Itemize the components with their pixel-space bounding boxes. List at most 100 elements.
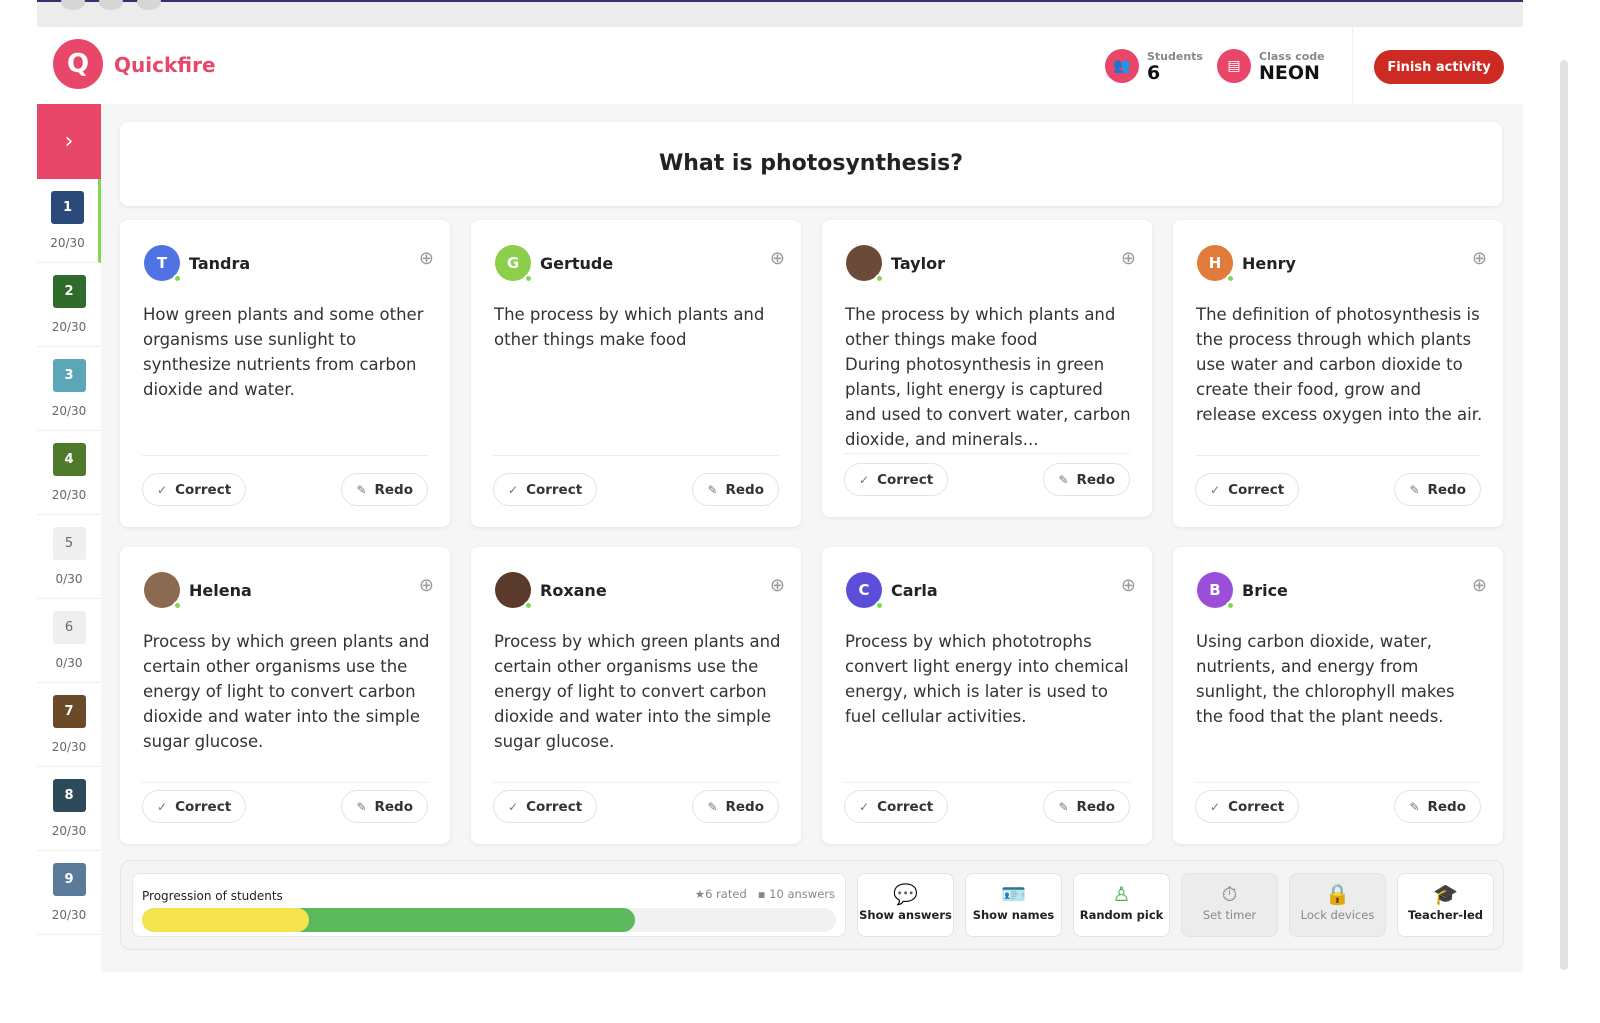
question-answer-count: 0/30 xyxy=(55,572,83,586)
set-timer-button[interactable]: ⏱ Set timer xyxy=(1181,873,1278,937)
redo-button[interactable]: ✎ Redo xyxy=(1394,790,1481,823)
redo-button[interactable]: ✎ Redo xyxy=(341,790,428,823)
avatar-initial: H xyxy=(1208,254,1222,272)
redo-button[interactable]: ✎ Redo xyxy=(692,473,779,506)
correct-button[interactable]: ✓ Correct xyxy=(142,790,247,823)
question-thumbnail: 7 xyxy=(52,695,86,728)
student-avatar: G xyxy=(495,245,533,283)
sidebar-item-question-3[interactable]: 3 20/30 xyxy=(37,347,101,431)
student-name: Gertude xyxy=(540,254,614,273)
lock-devices-button[interactable]: 🔒 Lock devices xyxy=(1289,873,1386,937)
online-indicator xyxy=(173,274,182,283)
correct-button[interactable]: ✓ Correct xyxy=(142,473,247,506)
scrollbar[interactable] xyxy=(1560,60,1568,970)
question-thumbnail: 2 xyxy=(52,275,86,308)
correct-button[interactable]: ✓ Correct xyxy=(493,790,598,823)
correct-button[interactable]: ✓ Correct xyxy=(1195,790,1300,823)
student-answer: Process by which phototrophs convert lig… xyxy=(845,632,1129,726)
name-badge-icon: 🪪 xyxy=(1001,882,1026,906)
pencil-icon: ✎ xyxy=(356,482,367,497)
correct-label: Correct xyxy=(1228,798,1285,815)
answer-card: Roxane ⊕ Process by which green plants a… xyxy=(471,547,801,844)
redo-button[interactable]: ✎ Redo xyxy=(692,790,779,823)
show-names-button[interactable]: 🪪 Show names xyxy=(965,873,1062,937)
zoom-in-icon[interactable]: ⊕ xyxy=(770,575,785,596)
answer-card: C Carla ⊕ Process by which phototrophs c… xyxy=(822,547,1152,844)
sidebar-item-question-2[interactable]: 2 20/30 xyxy=(37,263,101,347)
sidebar-item-question-7[interactable]: 7 20/30 xyxy=(37,683,101,767)
students-label: Students xyxy=(1147,49,1203,63)
online-indicator xyxy=(1226,274,1235,283)
expand-sidebar-button[interactable]: › xyxy=(37,104,101,179)
check-circle-icon: ✓ xyxy=(1210,799,1221,814)
student-avatar: T xyxy=(144,245,182,283)
student-name: Henry xyxy=(1242,254,1296,273)
correct-button[interactable]: ✓ Correct xyxy=(493,473,598,506)
pencil-icon: ✎ xyxy=(1409,799,1420,814)
avatar-initial: T xyxy=(156,254,168,272)
show-answers-button[interactable]: 💬 Show answers xyxy=(857,873,954,937)
sidebar-item-question-6[interactable]: 6 0/30 xyxy=(37,599,101,683)
student-name: Brice xyxy=(1242,581,1288,600)
finish-activity-button[interactable]: Finish activity xyxy=(1374,50,1504,84)
star-icon: ★ xyxy=(694,887,706,901)
correct-button[interactable]: ✓ Correct xyxy=(1195,473,1300,506)
header: Q Quickfire 👥 Students 6 ▤ Class code NEON… xyxy=(37,27,1523,104)
redo-button[interactable]: ✎ Redo xyxy=(1394,473,1481,506)
question-answer-count: 20/30 xyxy=(51,740,87,754)
check-circle-icon: ✓ xyxy=(859,472,870,487)
zoom-in-icon[interactable]: ⊕ xyxy=(1472,575,1487,596)
avatar-initial: G xyxy=(506,254,520,272)
sidebar-item-question-4[interactable]: 4 20/30 xyxy=(37,431,101,515)
students-icon: 👥 xyxy=(1105,49,1139,83)
progress-title: Progression of students xyxy=(142,889,283,903)
progress-bar xyxy=(142,908,836,932)
online-indicator xyxy=(524,601,533,610)
graduation-cap-icon: 🎓 xyxy=(1433,882,1458,906)
sidebar-item-question-1[interactable]: 1 20/30 xyxy=(37,179,101,263)
redo-button[interactable]: ✎ Redo xyxy=(1043,790,1130,823)
window-minimize-button[interactable] xyxy=(99,0,123,10)
question-answer-count: 0/30 xyxy=(55,656,83,670)
sidebar-item-question-8[interactable]: 8 20/30 xyxy=(37,767,101,851)
online-indicator xyxy=(875,274,884,283)
correct-button[interactable]: ✓ Correct xyxy=(844,790,949,823)
pencil-icon: ✎ xyxy=(1409,482,1420,497)
class-code-label: Class code xyxy=(1259,49,1325,63)
question-title: What is photosynthesis? xyxy=(120,122,1502,206)
zoom-in-icon[interactable]: ⊕ xyxy=(419,575,434,596)
random-pick-button[interactable]: ♙ Random pick xyxy=(1073,873,1170,937)
divider xyxy=(493,782,779,783)
answer-card: T Tandra ⊕ How green plants and some oth… xyxy=(120,220,450,527)
tool-label: Random pick xyxy=(1079,908,1164,922)
window-maximize-button[interactable] xyxy=(137,0,161,10)
redo-button[interactable]: ✎ Redo xyxy=(1043,463,1130,496)
check-circle-icon: ✓ xyxy=(157,799,168,814)
divider xyxy=(1352,27,1353,104)
redo-label: Redo xyxy=(374,798,414,815)
window-close-button[interactable] xyxy=(61,0,85,10)
student-answer: Using carbon dioxide, water, nutrients, … xyxy=(1196,632,1455,726)
app: Q Quickfire 👥 Students 6 ▤ Class code NEON… xyxy=(37,27,1523,972)
tool-label: Show answers xyxy=(859,908,952,922)
sidebar-item-question-9[interactable]: 9 20/30 xyxy=(37,851,101,935)
question-answer-count: 20/30 xyxy=(51,320,87,334)
correct-button[interactable]: ✓ Correct xyxy=(844,463,949,496)
divider xyxy=(1195,455,1481,456)
sidebar-item-question-5[interactable]: 5 0/30 xyxy=(37,515,101,599)
student-name: Roxane xyxy=(540,581,607,600)
question-answer-count: 20/30 xyxy=(51,404,87,418)
student-avatar xyxy=(846,245,884,283)
avatar-initial: C xyxy=(858,581,870,599)
zoom-in-icon[interactable]: ⊕ xyxy=(1121,575,1136,596)
class-code-value: NEON xyxy=(1259,61,1320,84)
teacher-led-button[interactable]: 🎓 Teacher-led xyxy=(1397,873,1494,937)
zoom-in-icon[interactable]: ⊕ xyxy=(770,248,785,269)
zoom-in-icon[interactable]: ⊕ xyxy=(1121,248,1136,269)
zoom-in-icon[interactable]: ⊕ xyxy=(419,248,434,269)
id-card-icon: ▤ xyxy=(1217,49,1251,83)
redo-button[interactable]: ✎ Redo xyxy=(341,473,428,506)
zoom-in-icon[interactable]: ⊕ xyxy=(1472,248,1487,269)
check-circle-icon: ✓ xyxy=(508,482,519,497)
divider xyxy=(142,782,428,783)
